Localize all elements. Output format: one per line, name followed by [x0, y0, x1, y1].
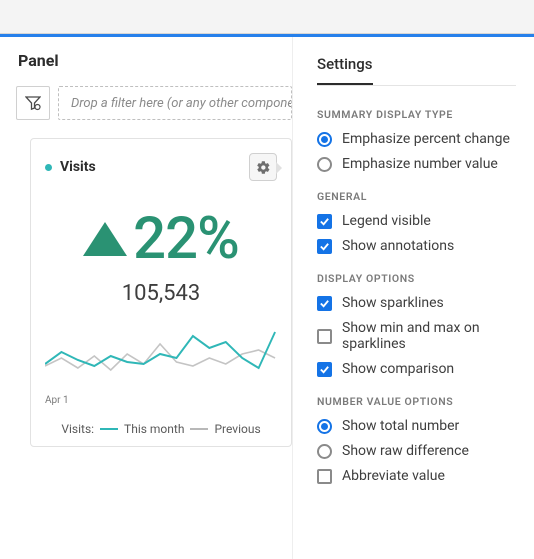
checkbox-legend-visible[interactable]: Legend visible — [317, 213, 516, 229]
checkbox-show-comparison[interactable]: Show comparison — [317, 361, 516, 377]
series-dot-icon — [45, 164, 52, 171]
percent-change: 22% — [45, 205, 277, 273]
checkbox-show-annotations[interactable]: Show annotations — [317, 238, 516, 254]
gear-icon — [256, 160, 271, 175]
settings-button[interactable] — [249, 153, 277, 181]
legend-prefix: Visits: — [61, 422, 94, 436]
x-axis-label: Apr 1 — [45, 395, 69, 406]
total-number: 105,543 — [45, 281, 277, 306]
option-label: Emphasize number value — [342, 156, 498, 172]
checkbox-icon — [317, 214, 332, 229]
radio-emphasize-number[interactable]: Emphasize number value — [317, 156, 516, 172]
legend-swatch-current-icon — [100, 428, 118, 430]
section-number-title: NUMBER VALUE OPTIONS — [317, 395, 516, 408]
flyout-arrow-icon — [276, 162, 282, 174]
legend: Visits: This month Previous — [45, 422, 277, 436]
up-triangle-icon — [83, 222, 127, 256]
panel-title: Panel — [18, 51, 292, 70]
checkbox-icon — [317, 329, 332, 344]
tab-settings[interactable]: Settings — [317, 55, 373, 85]
checkbox-icon — [317, 296, 332, 311]
filter-button[interactable] — [16, 86, 50, 120]
section-display-title: DISPLAY OPTIONS — [317, 272, 516, 285]
section-general-title: GENERAL — [317, 190, 516, 203]
checkbox-show-minmax[interactable]: Show min and max on sparklines — [317, 320, 516, 352]
radio-emphasize-percent[interactable]: Emphasize percent change — [317, 131, 516, 147]
option-label: Emphasize percent change — [342, 131, 510, 147]
filter-icon — [25, 95, 41, 111]
option-label: Show total number — [342, 418, 459, 434]
radio-icon — [317, 157, 332, 172]
legend-previous-label: Previous — [214, 422, 260, 436]
top-toolbar — [0, 0, 534, 34]
option-label: Show annotations — [342, 238, 454, 254]
settings-panel: Settings SUMMARY DISPLAY TYPE Emphasize … — [292, 37, 534, 559]
percent-value: 22% — [133, 205, 239, 273]
radio-show-raw-diff[interactable]: Show raw difference — [317, 443, 516, 459]
radio-show-total[interactable]: Show total number — [317, 418, 516, 434]
section-summary-title: SUMMARY DISPLAY TYPE — [317, 108, 516, 121]
checkbox-icon — [317, 239, 332, 254]
option-label: Abbreviate value — [342, 468, 445, 484]
checkbox-icon — [317, 362, 332, 377]
option-label: Show raw difference — [342, 443, 469, 459]
legend-current-label: This month — [124, 422, 184, 436]
radio-icon — [317, 444, 332, 459]
card-title: Visits — [60, 159, 96, 175]
checkbox-abbreviate[interactable]: Abbreviate value — [317, 468, 516, 484]
option-label: Show sparklines — [342, 295, 444, 311]
option-label: Show comparison — [342, 361, 454, 377]
radio-icon — [317, 132, 332, 147]
filter-dropzone[interactable]: Drop a filter here (or any other compone — [58, 86, 292, 120]
option-label: Legend visible — [342, 213, 431, 229]
radio-icon — [317, 419, 332, 434]
sparkline-chart: Apr 1 — [45, 324, 277, 406]
checkbox-show-sparklines[interactable]: Show sparklines — [317, 295, 516, 311]
summary-card: Visits 22% 105,543 Apr 1 — [30, 138, 292, 447]
option-label: Show min and max on sparklines — [342, 320, 516, 352]
checkbox-icon — [317, 469, 332, 484]
legend-swatch-previous-icon — [190, 428, 208, 430]
sparkline-current — [45, 332, 275, 368]
